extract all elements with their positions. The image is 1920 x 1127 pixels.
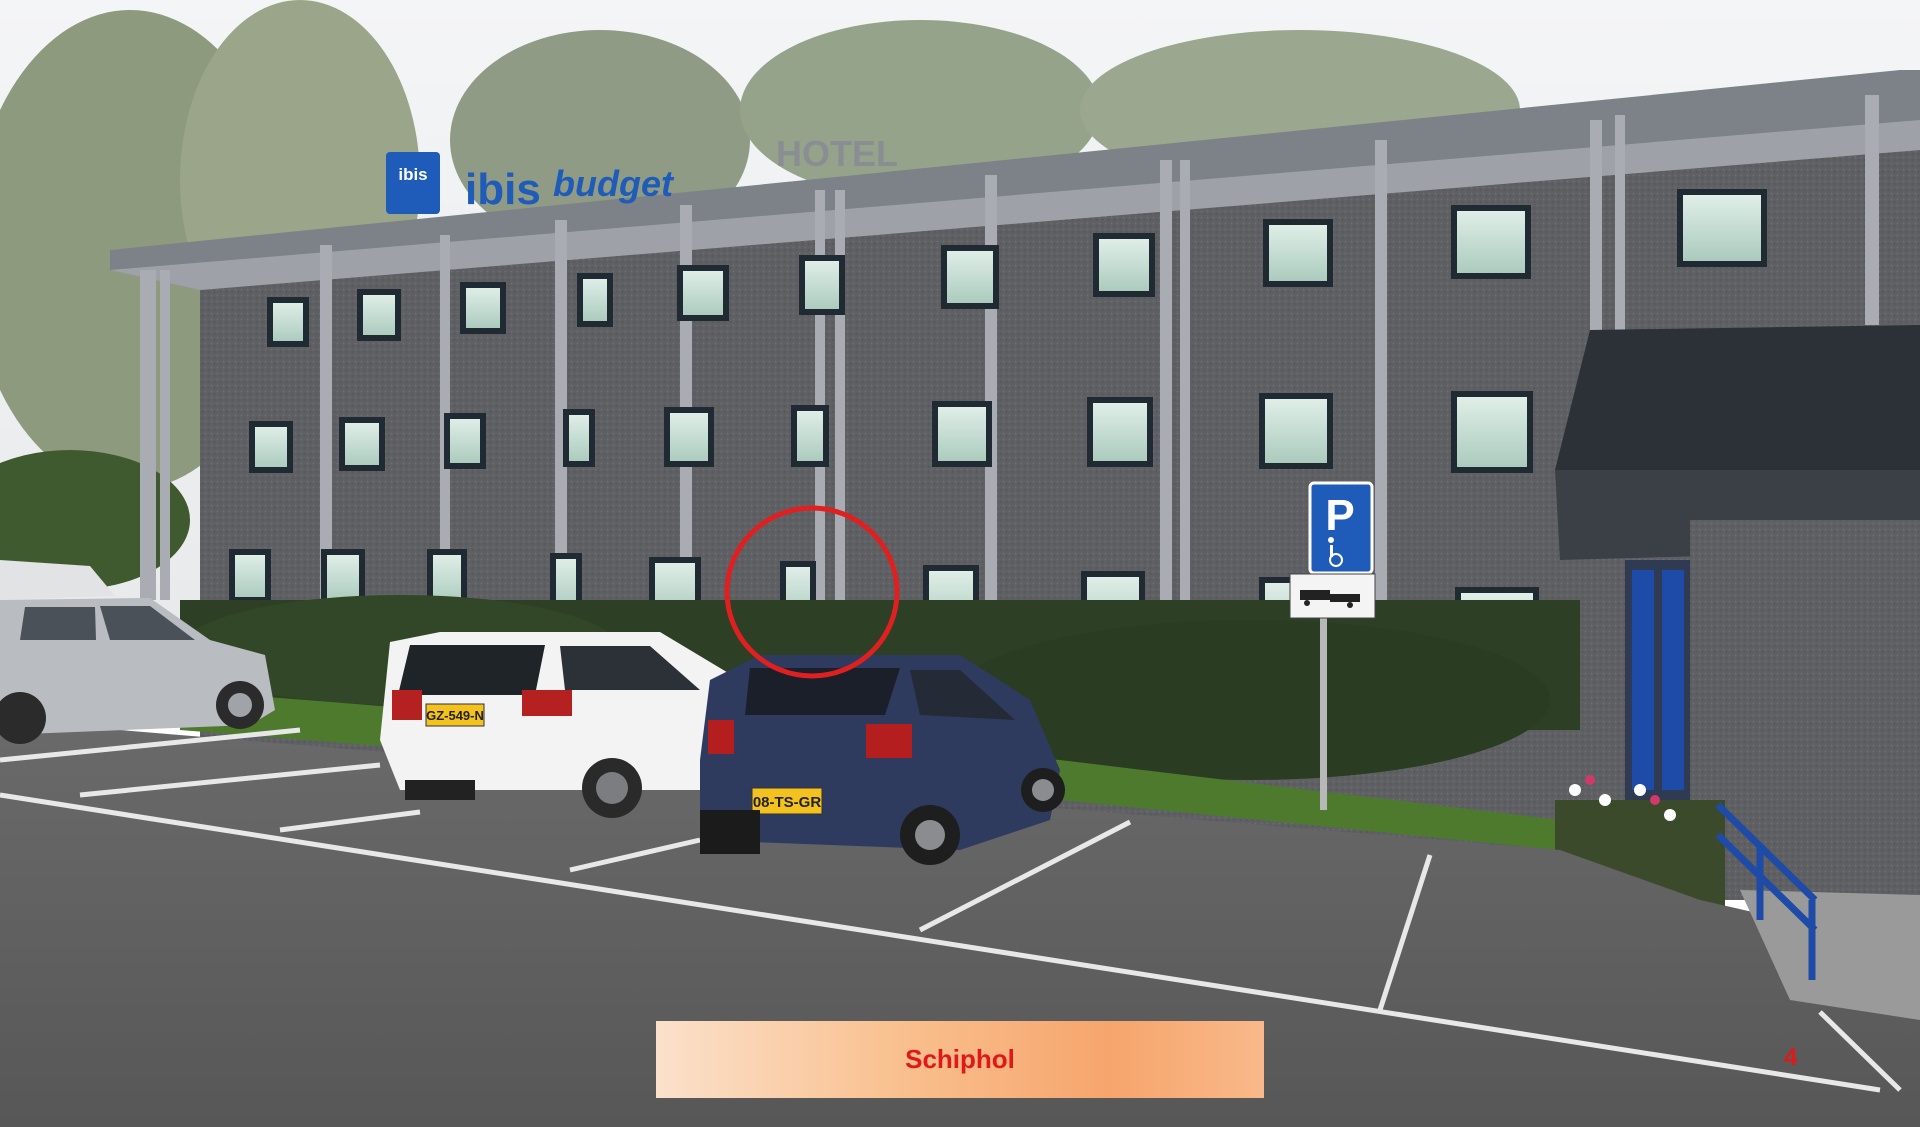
- page-number: 4: [1784, 1044, 1798, 1071]
- white-car-plate-text: GZ-549-N: [426, 708, 484, 723]
- ibis-logo-text: ibis: [398, 165, 427, 184]
- caption-banner: Schiphol: [656, 1021, 1264, 1098]
- blue-car-plate-text: 08-TS-GR: [753, 794, 822, 811]
- ibis-brand-text: ibis: [465, 165, 541, 214]
- budget-brand-text: budget: [553, 163, 675, 204]
- slide: ibis ibis budget HOTEL P GZ-549-N 08-TS-…: [0, 0, 1920, 1127]
- hotel-photo: ibis ibis budget HOTEL P GZ-549-N 08-TS-…: [0, 0, 1920, 1127]
- caption-text: Schiphol: [905, 1044, 1015, 1074]
- hotel-word-text: HOTEL: [776, 133, 898, 174]
- parking-sign-letter: P: [1325, 491, 1354, 540]
